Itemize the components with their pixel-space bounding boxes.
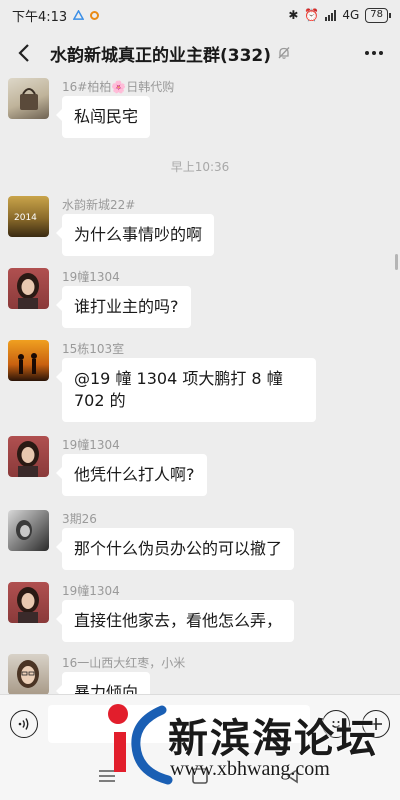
sender-name: 3期26 <box>62 512 97 526</box>
mute-bell-icon <box>278 47 290 59</box>
nav-menu-button[interactable] <box>96 765 118 787</box>
back-triangle-icon <box>286 768 299 784</box>
message-bubble[interactable]: 为什么事情吵的啊 <box>55 214 215 256</box>
sender-name: 19幢1304 <box>62 438 120 452</box>
avatar-bw-girl[interactable] <box>8 510 49 551</box>
sender-name: 15栋103室 <box>62 342 125 356</box>
avatar-woman[interactable] <box>8 268 49 309</box>
avatar-woman[interactable] <box>8 582 49 623</box>
home-icon <box>192 768 208 784</box>
system-navigation-bar <box>0 752 400 800</box>
notification-dot-icon <box>90 10 100 20</box>
more-actions-button[interactable] <box>362 709 390 738</box>
alarm-icon: ⏰ <box>304 8 320 22</box>
notification-icon <box>73 9 85 20</box>
message-input-bar <box>0 694 400 752</box>
status-bar: 下午4:13 ✱ ⏰ 4G 78 <box>0 0 400 30</box>
message-bubble[interactable]: @19 幢 1304 项大鹏打 8 幢 702 的 <box>56 358 316 422</box>
sender-name: 19幢1304 <box>62 270 120 284</box>
plus-icon <box>370 717 382 730</box>
emoji-icon <box>332 720 340 728</box>
chat-message-list[interactable]: 16#柏柏🌸日韩代购 私闯民宅 早上10:36 2014 水韵新城22# 为什么… <box>0 76 400 694</box>
chat-header: 水韵新城真正的业主群(332) <box>0 30 400 76</box>
message-bubble[interactable]: 那个什么伪员办公的可以撤了 <box>55 528 295 570</box>
avatar-sunset-2014[interactable]: 2014 <box>8 196 49 237</box>
more-options-button[interactable] <box>360 41 388 65</box>
menu-icon <box>98 770 115 782</box>
bluetooth-icon: ✱ <box>288 8 299 22</box>
nav-back-button[interactable] <box>282 765 304 787</box>
sender-name: 水韵新城22# <box>62 198 136 212</box>
message-bubble[interactable]: 暴力倾向 <box>55 672 151 694</box>
sender-name: 16一山西大红枣，小米 <box>62 656 186 670</box>
avatar-couple-sunset[interactable] <box>8 340 49 381</box>
message-bubble[interactable]: 私闯民宅 <box>55 96 151 138</box>
avatar-handbag[interactable] <box>8 78 49 119</box>
message-bubble[interactable]: 谁打业主的吗? <box>56 286 191 328</box>
message-text-input[interactable] <box>48 704 310 743</box>
voice-icon <box>18 717 29 730</box>
message-bubble[interactable]: 他凭什么打人啊? <box>56 454 207 496</box>
avatar-woman[interactable] <box>8 436 49 477</box>
message-bubble[interactable]: 直接住他家去，看他怎么弄， <box>55 600 295 642</box>
svg-text:2014: 2014 <box>14 213 37 223</box>
voice-input-button[interactable] <box>10 709 38 738</box>
scrollbar-thumb[interactable] <box>395 254 398 270</box>
message-timestamp: 早上10:36 <box>170 160 230 174</box>
avatar-glasses-woman[interactable] <box>8 654 49 694</box>
status-time: 下午4:13 <box>12 9 68 25</box>
signal-icon <box>325 9 337 21</box>
battery-icon: 78 <box>365 7 391 23</box>
back-button[interactable] <box>12 41 36 65</box>
sender-name: 19幢1304 <box>62 584 120 598</box>
chat-title: 水韵新城真正的业主群(332) <box>50 45 272 66</box>
emoji-button[interactable] <box>322 709 350 738</box>
back-arrow-icon <box>18 44 29 62</box>
nav-home-button[interactable] <box>189 765 211 787</box>
network-type: 4G <box>342 8 360 22</box>
sender-name: 16#柏柏🌸日韩代购 <box>62 80 175 94</box>
